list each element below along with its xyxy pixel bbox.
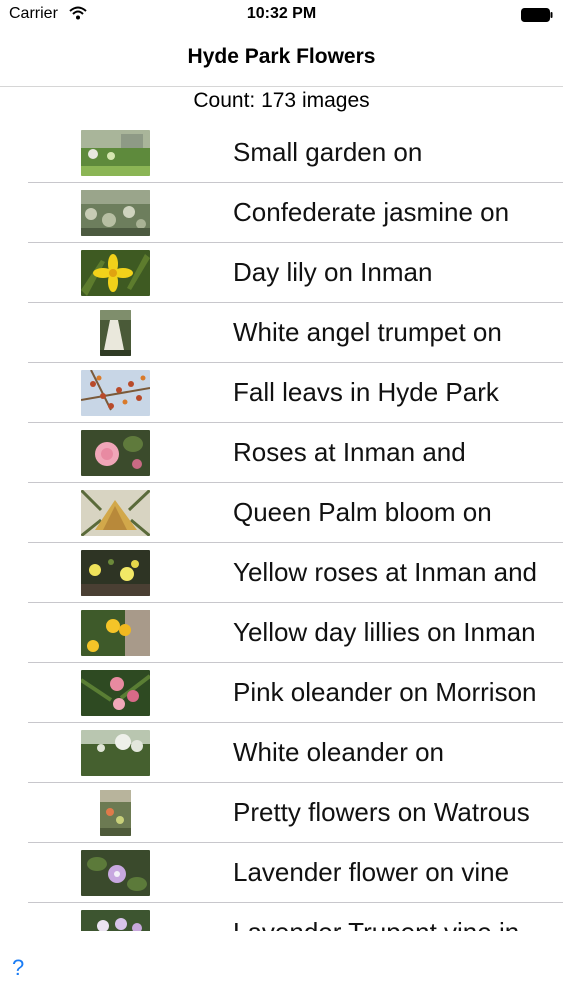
- flower-list[interactable]: Small garden on Confederate jasmine on D…: [0, 123, 563, 931]
- list-item[interactable]: Queen Palm bloom on: [28, 483, 563, 543]
- list-item-label: Yellow day lillies on Inman: [233, 617, 536, 647]
- lavender-vine-photo: [81, 910, 150, 931]
- palm-bloom-photo: [81, 490, 150, 536]
- lavender-flower-photo: [81, 850, 150, 896]
- day-lily-photo: [81, 250, 150, 296]
- rose-photo: [81, 430, 150, 476]
- list-item[interactable]: Pink oleander on Morrison: [28, 663, 563, 723]
- list-item-label: Pink oleander on Morrison: [233, 677, 537, 707]
- pink-oleander-photo: [81, 670, 150, 716]
- page-title: Hyde Park Flowers: [187, 45, 376, 68]
- list-item-label: Yellow roses at Inman and: [233, 557, 538, 587]
- list-item-label: Roses at Inman and: [233, 437, 466, 467]
- list-item[interactable]: White oleander on: [28, 723, 563, 783]
- list-item[interactable]: Pretty flowers on Watrous: [28, 783, 563, 843]
- navigation-bar: Hyde Park Flowers: [0, 30, 563, 87]
- status-time: 10:32 PM: [246, 5, 317, 22]
- angel-trumpet-photo: [100, 310, 131, 356]
- battery-icon: [521, 8, 553, 22]
- pretty-flowers-photo: [100, 790, 131, 836]
- list-item-label: Fall leavs in Hyde Park: [233, 377, 499, 407]
- list-item[interactable]: White angel trumpet on: [28, 303, 563, 363]
- garden-photo: [81, 130, 150, 176]
- list-item-label: Confederate jasmine on: [233, 197, 510, 227]
- list-item[interactable]: Day lily on Inman: [28, 243, 563, 303]
- list-item[interactable]: Fall leavs in Hyde Park: [28, 363, 563, 423]
- list-item[interactable]: Roses at Inman and: [28, 423, 563, 483]
- list-item-label: White angel trumpet on: [233, 317, 502, 347]
- list-item-label: Lavender flower on vine: [233, 857, 510, 887]
- white-oleander-photo: [81, 730, 150, 776]
- list-item-label: Small garden on: [233, 137, 423, 167]
- list-item[interactable]: Yellow roses at Inman and: [28, 543, 563, 603]
- status-bar: Carrier 10:32 PM: [0, 0, 563, 30]
- image-count-label: Count: 173 images: [193, 89, 370, 112]
- list-item[interactable]: Lavender Trupent vine in: [28, 903, 563, 931]
- list-item-label: White oleander on: [233, 737, 445, 767]
- yellow-lilies-photo: [81, 610, 150, 656]
- fall-leaves-photo: [81, 370, 150, 416]
- list-item-label: Day lily on Inman: [233, 257, 433, 287]
- list-item[interactable]: Yellow day lillies on Inman: [28, 603, 563, 663]
- list-item-label: Lavender Trupent vine in: [233, 917, 519, 931]
- jasmine-photo: [81, 190, 150, 236]
- list-item[interactable]: Lavender flower on vine: [28, 843, 563, 903]
- list-item-label: Queen Palm bloom on: [233, 497, 492, 527]
- list-item-label: Pretty flowers on Watrous: [233, 797, 530, 827]
- list-item[interactable]: Confederate jasmine on: [28, 183, 563, 243]
- help-button[interactable]: ?: [12, 955, 24, 981]
- yellow-roses-photo: [81, 550, 150, 596]
- list-item[interactable]: Small garden on: [28, 123, 563, 183]
